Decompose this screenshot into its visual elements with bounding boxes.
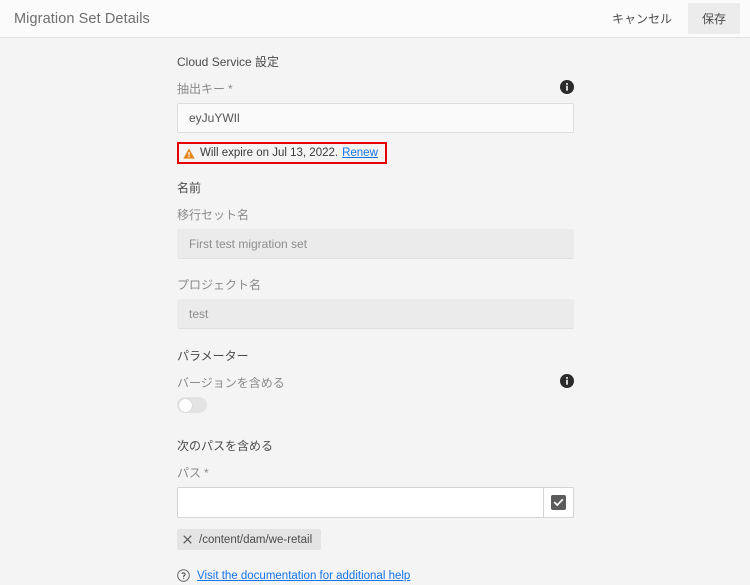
warning-triangle-icon <box>183 147 195 159</box>
project-name-label: プロジェクト名 <box>177 278 262 292</box>
path-chip-list: /content/dam/we-retail <box>177 518 574 550</box>
header-actions: キャンセル 保存 <box>602 0 750 37</box>
path-browse-button[interactable] <box>543 487 574 518</box>
page-header: Migration Set Details キャンセル 保存 <box>0 0 750 38</box>
cancel-button[interactable]: キャンセル <box>602 4 682 33</box>
form-container: Cloud Service 設定 抽出キー * eyJuYWIl Will ex… <box>177 38 574 582</box>
info-icon[interactable] <box>560 80 574 94</box>
help-row: Visit the documentation for additional h… <box>177 569 574 582</box>
extraction-key-label-text: 抽出キー <box>177 82 226 96</box>
path-label: パス * <box>177 464 574 481</box>
project-name-input <box>177 299 574 329</box>
expiry-warning-text: Will expire on Jul 13, 2022. Renew <box>200 147 378 159</box>
extraction-key-label: 抽出キー * <box>177 80 233 97</box>
path-chip-label: /content/dam/we-retail <box>199 533 313 546</box>
question-circle-icon <box>177 569 190 582</box>
cloud-service-section-title: Cloud Service 設定 <box>177 55 280 69</box>
expiry-warning: Will expire on Jul 13, 2022. Renew <box>177 142 387 164</box>
path-label-text: パス <box>177 466 202 480</box>
documentation-link[interactable]: Visit the documentation for additional h… <box>197 570 410 582</box>
parameters-section-title: パラメーター <box>177 349 249 363</box>
expiry-warning-message: Will expire on Jul 13, 2022. <box>200 147 339 159</box>
migration-set-details-page: Migration Set Details キャンセル 保存 Cloud Ser… <box>0 0 750 582</box>
renew-link[interactable]: Renew <box>342 147 378 159</box>
info-icon[interactable] <box>560 374 574 388</box>
path-input[interactable] <box>177 487 543 518</box>
include-versions-label: バージョンを含める <box>177 376 285 390</box>
include-versions-toggle[interactable] <box>177 397 207 413</box>
path-chip: /content/dam/we-retail <box>177 529 322 550</box>
extraction-key-required-mark: * <box>228 81 233 96</box>
path-required-mark: * <box>204 465 209 480</box>
include-paths-section-title: 次のパスを含める <box>177 439 274 453</box>
extraction-key-input[interactable] <box>177 103 574 133</box>
save-button[interactable]: 保存 <box>687 3 740 34</box>
expiry-warning-highlight: Will expire on Jul 13, 2022. Renew <box>177 142 387 164</box>
name-section-title: 名前 <box>177 181 202 195</box>
close-icon[interactable] <box>183 535 192 544</box>
include-versions-label-row: バージョンを含める <box>177 374 574 391</box>
extraction-key-label-row: 抽出キー * <box>177 80 574 97</box>
toggle-knob <box>178 398 192 412</box>
path-input-row <box>177 487 574 518</box>
migration-set-name-input <box>177 229 574 259</box>
page-title: Migration Set Details <box>14 10 150 27</box>
checkbox-checked-icon <box>551 495 566 510</box>
migration-set-name-label: 移行セット名 <box>177 208 250 222</box>
